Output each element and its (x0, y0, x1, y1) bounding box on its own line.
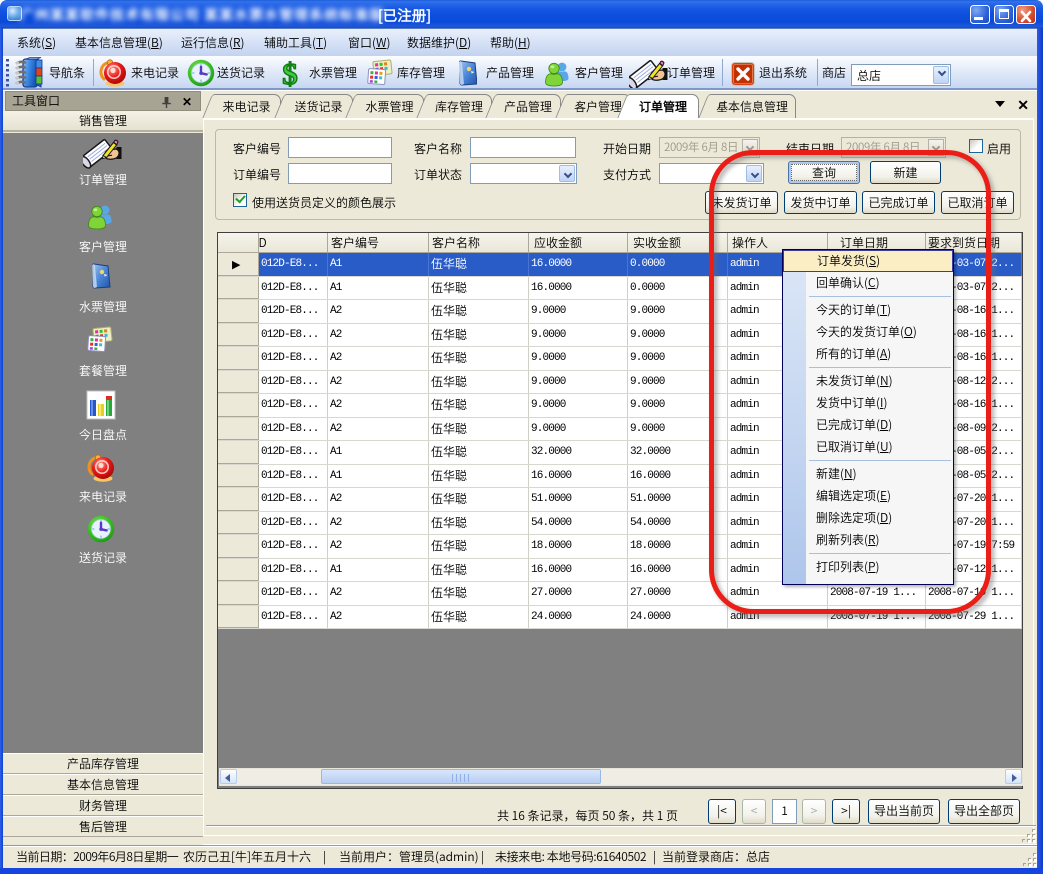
svg-text:$: $ (282, 58, 298, 89)
